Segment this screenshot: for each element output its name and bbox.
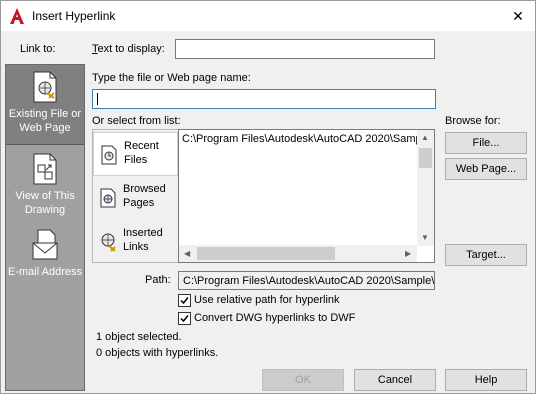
relative-path-label[interactable]: Use relative path for hyperlink [194,294,340,306]
category-inserted-links-line1: Inserted [123,227,163,239]
file-list[interactable]: C:\Program Files\Autodesk\AutoCAD 2020\S… [178,129,435,263]
browsed-pages-icon [100,188,116,208]
cancel-button[interactable]: Cancel [354,369,436,391]
vertical-scroll-thumb[interactable] [419,148,432,168]
file-list-vertical-scrollbar[interactable]: ▲ ▼ [417,130,434,246]
browse-for-label: Browse for: [445,115,501,127]
scroll-up-icon[interactable]: ▲ [421,133,429,142]
checkmark-icon [180,297,189,305]
convert-dwg-checkbox[interactable] [178,312,191,325]
sidebar-item-email[interactable]: E-mail Address [6,223,84,285]
file-browse-button-label: File... [472,137,500,149]
category-browsed-pages[interactable]: Browsed Pages [93,176,178,220]
path-field: C:\Program Files\Autodesk\AutoCAD 2020\S… [178,271,435,290]
ok-button-label: OK [295,374,311,386]
sidebar-item-view-drawing-line1: View of This [15,190,75,202]
sidebar-item-email-label: E-mail Address [8,266,82,278]
text-to-display-label-text: ext to display: [97,43,165,55]
scroll-left-icon[interactable]: ◀ [184,249,190,258]
list-category-panel: Recent Files Browsed Pages Inserted Link… [92,129,179,263]
sidebar-item-existing-file-line1: Existing File or [8,108,82,120]
category-recent-files-label: Recent Files [124,139,159,167]
target-button[interactable]: Target... [445,244,527,266]
category-inserted-links-line2: Links [123,241,149,253]
sidebar-item-view-drawing[interactable]: View of This Drawing [6,147,84,221]
category-recent-files-line2: Files [124,154,148,166]
autocad-a-icon [10,8,24,24]
status-selected-count: 1 object selected. [96,331,182,343]
path-value: C:\Program Files\Autodesk\AutoCAD 2020\S… [183,275,435,287]
ok-button[interactable]: OK [262,369,344,391]
recent-files-icon [101,145,117,165]
convert-dwg-label[interactable]: Convert DWG hyperlinks to DWF [194,312,355,324]
inserted-links-icon [101,233,116,252]
drawing-view-icon [33,153,57,185]
text-to-display-input[interactable] [175,39,435,59]
sidebar-item-existing-file[interactable]: Existing File or Web Page [6,65,84,145]
title-bar[interactable]: Insert Hyperlink ✕ [1,1,535,31]
file-browse-button[interactable]: File... [445,132,527,154]
file-name-input[interactable] [92,89,436,109]
horizontal-scroll-thumb[interactable] [197,247,335,260]
path-label: Path: [145,274,171,286]
text-to-display-label: Text to display: [92,43,165,55]
help-button[interactable]: Help [445,369,527,391]
file-list-horizontal-scrollbar[interactable]: ◀ ▶ [179,245,417,262]
existing-file-icon [33,71,57,103]
close-icon: ✕ [512,8,524,24]
link-to-label: Link to: [20,43,56,55]
web-page-browse-button-label: Web Page... [455,163,517,175]
sidebar-item-existing-file-line2: Web Page [19,122,71,134]
close-button[interactable]: ✕ [501,1,535,31]
target-button-label: Target... [466,249,506,261]
category-inserted-links[interactable]: Inserted Links [93,220,178,264]
select-from-list-label: Or select from list: [92,115,181,127]
cancel-button-label: Cancel [377,374,413,386]
insert-hyperlink-dialog: Insert Hyperlink ✕ Link to: Existing Fil… [0,0,536,394]
file-list-item[interactable]: C:\Program Files\Autodesk\AutoCAD 2020\S… [182,133,424,145]
checkmark-icon [180,315,189,323]
category-recent-files-line1: Recent [124,140,159,152]
category-recent-files[interactable]: Recent Files [93,132,178,176]
category-inserted-links-label: Inserted Links [123,226,163,254]
help-button-label: Help [474,374,498,386]
category-browsed-pages-line2: Pages [123,197,155,209]
file-name-label: Type the file or Web page name: [92,72,251,84]
scroll-down-icon[interactable]: ▼ [421,233,429,242]
relative-path-checkbox[interactable] [178,294,191,307]
link-to-sidebar: Existing File or Web Page View of This D… [5,64,85,391]
email-icon [32,229,58,260]
category-browsed-pages-label: Browsed Pages [123,182,166,210]
sidebar-item-view-drawing-line2: Drawing [24,204,66,216]
text-caret [97,93,98,105]
web-page-browse-button[interactable]: Web Page... [445,158,527,180]
window-title: Insert Hyperlink [32,9,116,23]
status-hyperlink-count: 0 objects with hyperlinks. [96,347,219,359]
scroll-right-icon[interactable]: ▶ [405,249,411,258]
category-browsed-pages-line1: Browsed [123,183,166,195]
